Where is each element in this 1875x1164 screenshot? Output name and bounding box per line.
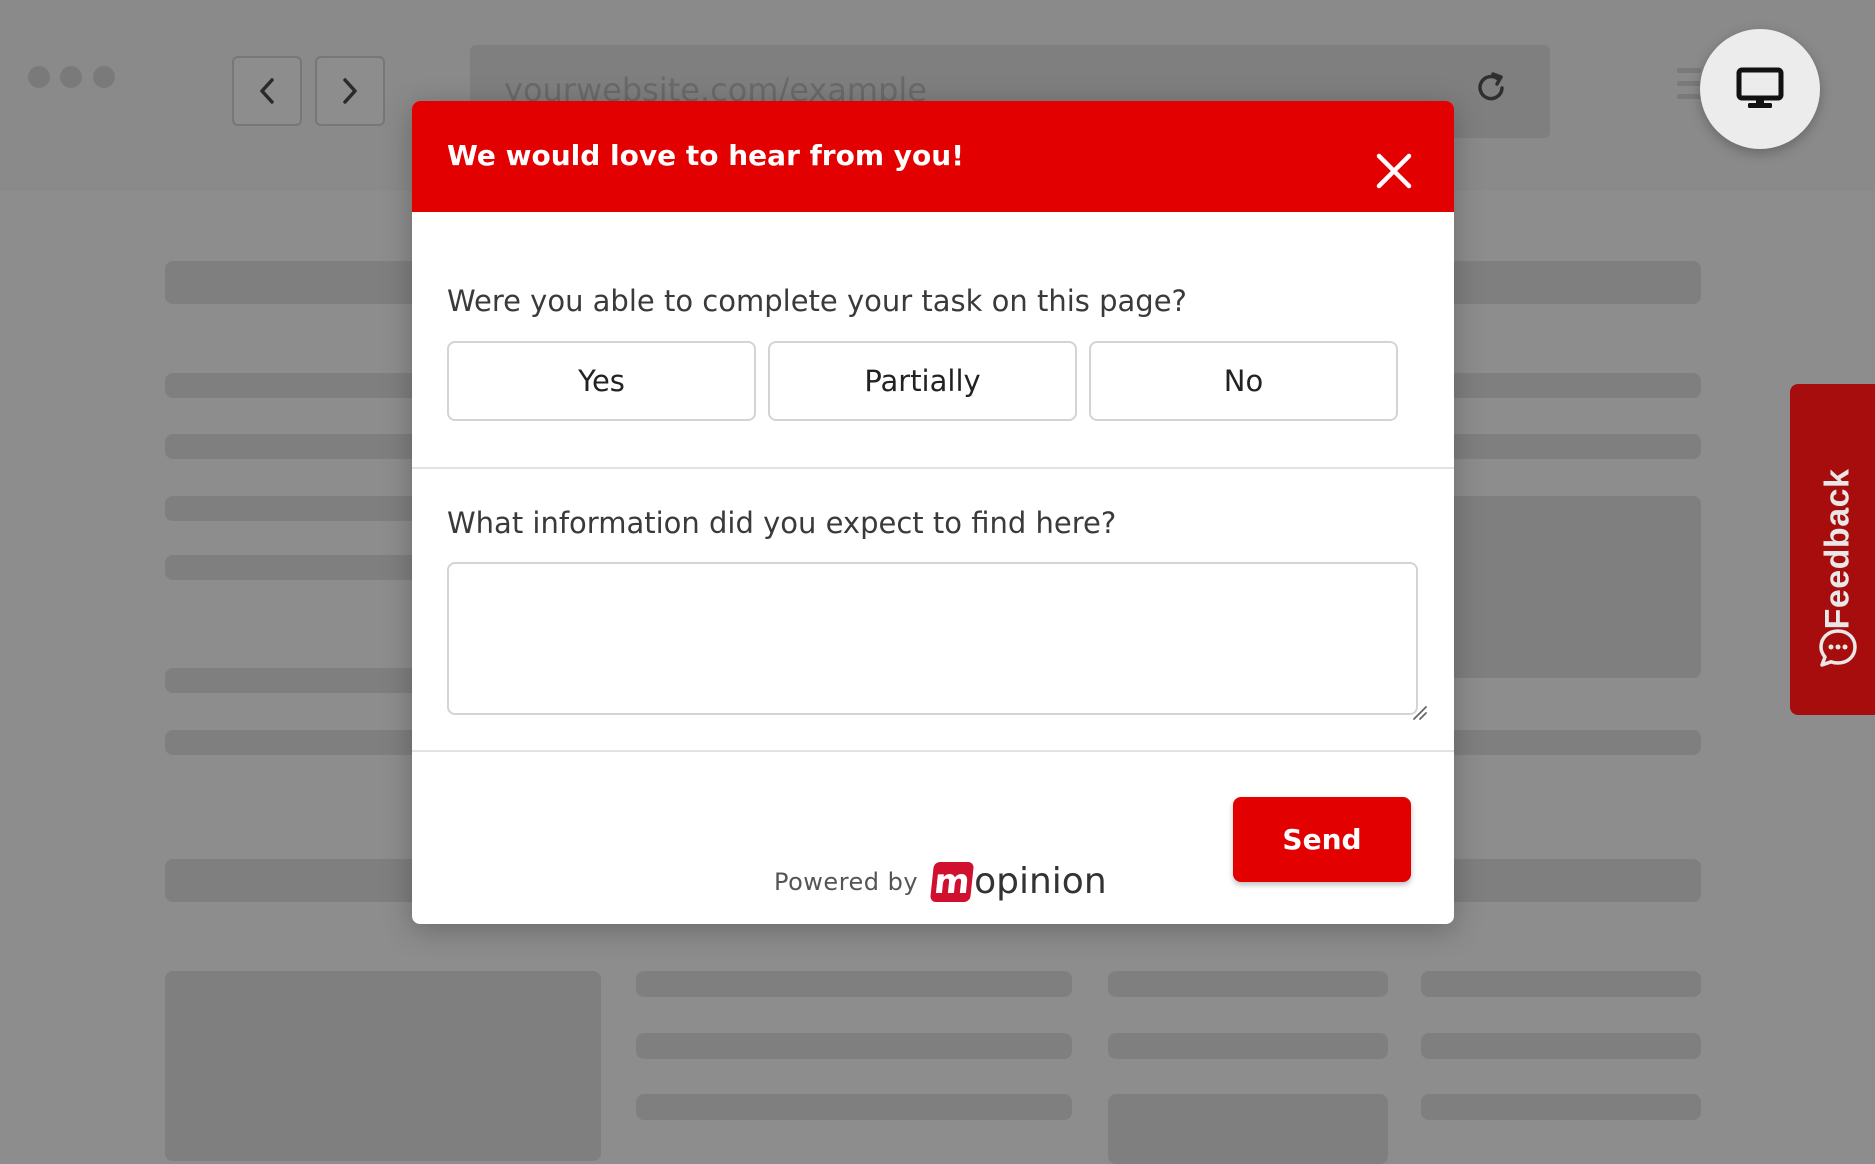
mopinion-logo: m opinion	[930, 861, 1107, 902]
modal-header: We would love to hear from you!	[412, 101, 1454, 212]
option-yes-button[interactable]: Yes	[447, 341, 756, 421]
window-dot	[28, 66, 50, 88]
window-dot	[60, 66, 82, 88]
powered-by[interactable]: Powered by m opinion	[774, 861, 1107, 902]
chevron-right-icon	[343, 78, 357, 104]
powered-by-label: Powered by	[774, 867, 919, 896]
send-button[interactable]: Send	[1233, 797, 1411, 882]
window-dot	[93, 66, 115, 88]
feedback-modal: We would love to hear from you! Were you…	[412, 101, 1454, 924]
resize-grip-icon[interactable]	[1412, 705, 1428, 721]
feedback-tab-label: Feedback	[1818, 468, 1856, 630]
brand-initial: m	[930, 861, 975, 902]
back-button[interactable]	[232, 56, 302, 126]
feedback-chat-icon	[1819, 629, 1857, 667]
hamburger-menu-icon	[1677, 68, 1701, 107]
section-divider	[412, 750, 1454, 752]
forward-button[interactable]	[315, 56, 385, 126]
section-divider	[412, 467, 1454, 469]
device-toggle-button[interactable]	[1700, 29, 1820, 149]
option-no-button[interactable]: No	[1089, 341, 1398, 421]
question-expected-info: What information did you expect to find …	[447, 506, 1117, 540]
reload-icon[interactable]	[1472, 69, 1510, 107]
question-task-completion: Were you able to complete your task on t…	[447, 284, 1187, 318]
expected-info-textarea[interactable]	[447, 562, 1418, 715]
brand-name: opinion	[974, 861, 1107, 902]
desktop-monitor-icon	[1736, 67, 1784, 108]
close-icon[interactable]	[1374, 151, 1414, 191]
modal-title: We would love to hear from you!	[447, 139, 964, 172]
option-partially-button[interactable]: Partially	[768, 341, 1077, 421]
feedback-side-tab[interactable]: Feedback	[1790, 384, 1875, 715]
chevron-left-icon	[260, 78, 274, 104]
